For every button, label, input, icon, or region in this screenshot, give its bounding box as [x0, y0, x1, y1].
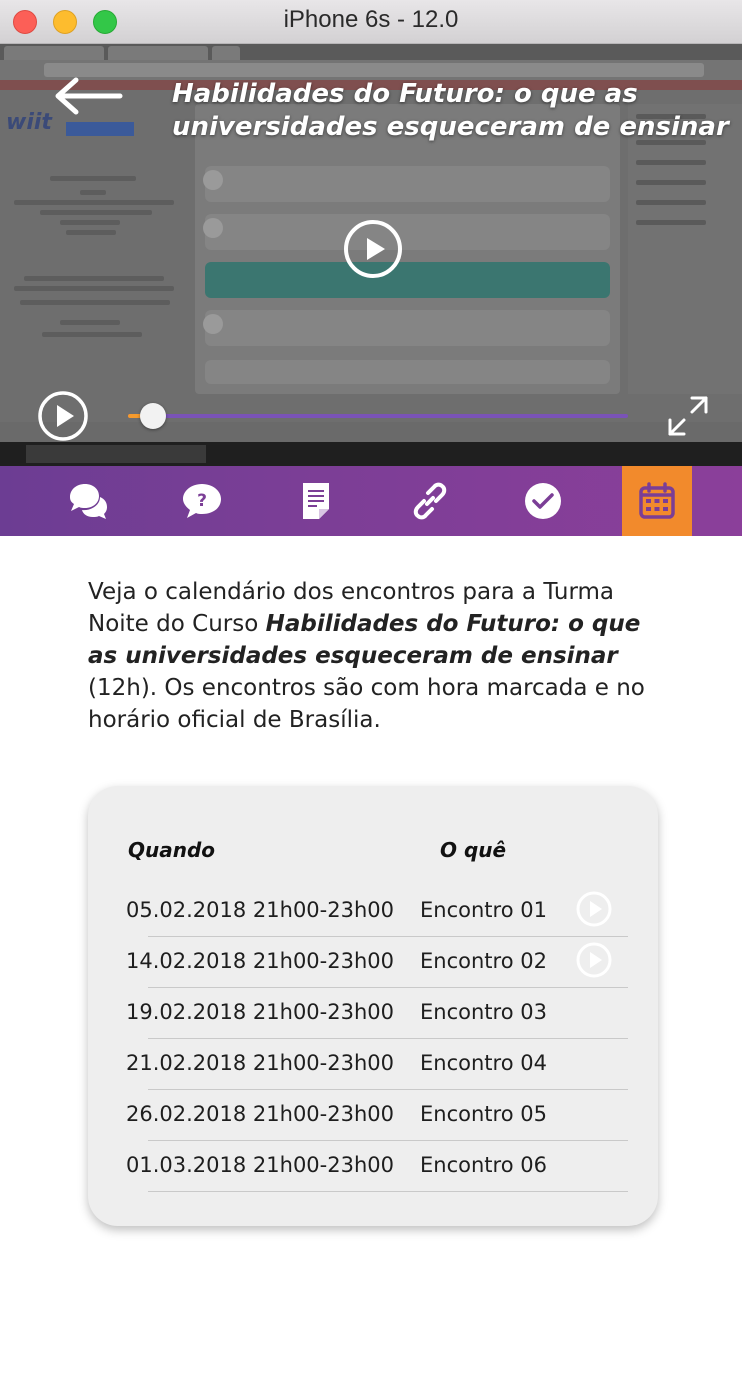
table-row: 01.03.2018 21h00-23h00 Encontro 06 [88, 1141, 658, 1192]
table-row: 26.02.2018 21h00-23h00 Encontro 05 [88, 1090, 658, 1141]
session-date: 19.02.2018 21h00-23h00 [126, 1000, 394, 1024]
session-name: Encontro 04 [420, 1051, 547, 1075]
table-row[interactable]: 05.02.2018 21h00-23h00 Encontro 01 [88, 886, 658, 937]
schedule-card: Quando O quê 05.02.2018 21h00-23h00 Encon… [88, 786, 658, 1226]
play-recording-icon[interactable] [576, 891, 612, 927]
toolbar-tasks-button[interactable] [508, 466, 578, 536]
intro-text-after: (12h). Os encontros são com hora marcada… [88, 675, 645, 733]
play-button-icon[interactable] [37, 390, 89, 442]
fullscreen-icon[interactable] [666, 394, 710, 438]
toolbar-questions-button[interactable]: ? [167, 466, 237, 536]
row-divider [148, 1191, 628, 1192]
session-name: Encontro 06 [420, 1153, 547, 1177]
simulator-title-bar: iPhone 6s - 12.0 [0, 0, 742, 44]
session-date: 01.03.2018 21h00-23h00 [126, 1153, 394, 1177]
progress-bar[interactable] [128, 403, 628, 429]
document-icon [303, 483, 329, 519]
chat-icon [70, 484, 107, 519]
recorded-chat [195, 104, 620, 394]
recorded-sidebar: wiit [0, 100, 190, 400]
toolbar-calendar-button[interactable] [622, 466, 692, 536]
play-recording-icon[interactable] [576, 942, 612, 978]
session-date: 05.02.2018 21h00-23h00 [126, 898, 394, 922]
check-icon [525, 483, 561, 519]
toolbar-materials-button[interactable] [281, 466, 351, 536]
toolbar-links-button[interactable] [395, 466, 465, 536]
session-date: 26.02.2018 21h00-23h00 [126, 1102, 394, 1126]
video-player[interactable]: wiit Habilidades do Futuro: o que as uni… [0, 44, 742, 466]
toolbar-chat-button[interactable] [53, 466, 123, 536]
svg-text:?: ? [197, 491, 207, 511]
table-row: 19.02.2018 21h00-23h00 Encontro 03 [88, 988, 658, 1039]
recorded-taskbar [0, 442, 742, 466]
lesson-toolbar: ? [0, 466, 742, 536]
question-icon: ? [183, 484, 221, 518]
recorded-logo: wiit [6, 110, 52, 135]
video-title: Habilidades do Futuro: o que as universi… [172, 79, 729, 142]
center-play-icon[interactable] [343, 219, 403, 279]
session-name: Encontro 05 [420, 1102, 547, 1126]
session-name: Encontro 03 [420, 1000, 547, 1024]
session-date: 21.02.2018 21h00-23h00 [126, 1051, 394, 1075]
session-date: 14.02.2018 21h00-23h00 [126, 949, 394, 973]
table-row: 21.02.2018 21h00-23h00 Encontro 04 [88, 1039, 658, 1090]
simulator-title: iPhone 6s - 12.0 [283, 6, 459, 33]
progress-handle[interactable] [140, 403, 166, 429]
back-arrow-icon[interactable] [52, 76, 124, 116]
header-what: O quê [440, 838, 507, 862]
schedule-intro: Veja o calendário dos encontros para a T… [88, 576, 658, 736]
header-when: Quando [128, 838, 216, 862]
table-row[interactable]: 14.02.2018 21h00-23h00 Encontro 02 [88, 937, 658, 988]
session-name: Encontro 02 [420, 949, 547, 973]
calendar-icon [639, 482, 675, 519]
link-icon [413, 482, 447, 520]
recorded-browser-tabs [0, 44, 742, 60]
recorded-online-list [628, 104, 742, 394]
session-name: Encontro 01 [420, 898, 547, 922]
